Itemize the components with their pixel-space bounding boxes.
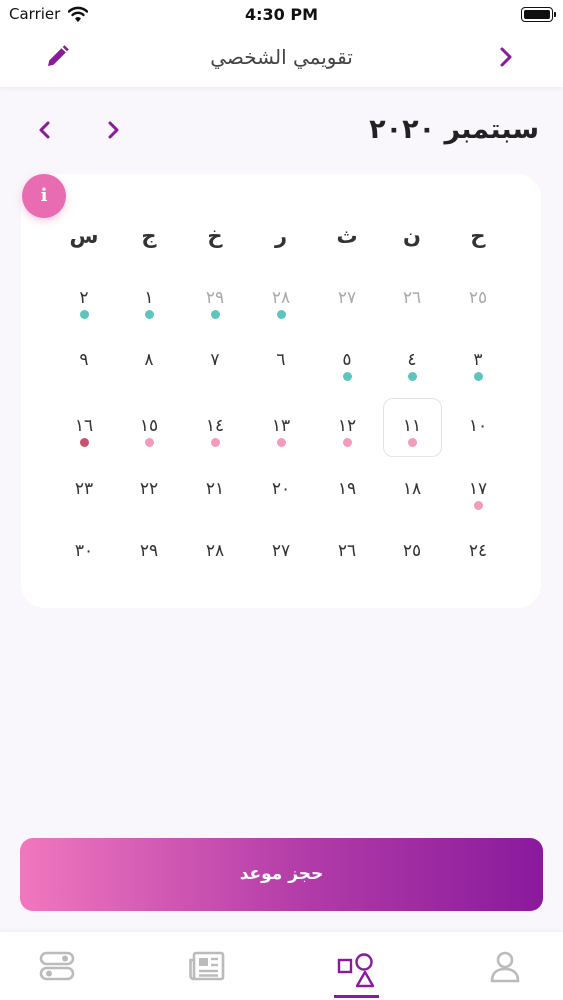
calendar-day[interactable]: ٢٦ bbox=[322, 541, 372, 561]
info-icon[interactable]: i bbox=[22, 174, 66, 218]
event-dot bbox=[473, 371, 483, 381]
calendar-day[interactable]: ٢٧ bbox=[256, 541, 306, 561]
calendar-day[interactable]: ١١ bbox=[387, 416, 437, 436]
event-dot bbox=[276, 437, 286, 447]
event-dot bbox=[342, 371, 352, 381]
calendar-day[interactable]: ٢٩ bbox=[124, 541, 174, 561]
weekday-header: ن bbox=[403, 224, 421, 248]
navigation-bar: تقويمي الشخصي bbox=[0, 30, 563, 87]
calendar-day[interactable]: ٥ bbox=[322, 350, 372, 370]
calendar-day[interactable]: ١ bbox=[124, 288, 174, 308]
calendar-day[interactable]: ٢٥ bbox=[453, 288, 503, 308]
calendar-day[interactable]: ٢٢ bbox=[124, 479, 174, 499]
weekday-header: ر bbox=[274, 224, 288, 248]
event-dot bbox=[407, 371, 417, 381]
event-dot bbox=[210, 437, 220, 447]
weekday-header: س bbox=[69, 224, 99, 248]
event-dot bbox=[342, 437, 352, 447]
calendar-day[interactable]: ٦ bbox=[256, 350, 306, 370]
user-icon[interactable] bbox=[489, 950, 521, 988]
calendar-day[interactable]: ١٢ bbox=[322, 416, 372, 436]
battery-icon bbox=[521, 7, 556, 22]
event-dot bbox=[210, 309, 220, 319]
event-dot bbox=[79, 309, 89, 319]
next-month-icon[interactable] bbox=[102, 118, 124, 146]
calendar-day[interactable]: ٢٤ bbox=[453, 541, 503, 561]
calendar-day[interactable]: ٢٣ bbox=[59, 479, 109, 499]
weekday-header: ح bbox=[470, 224, 486, 248]
weekday-header: ج bbox=[141, 224, 157, 248]
calendar-day[interactable]: ١٦ bbox=[59, 416, 109, 436]
status-bar: Carrier 4:30 PM bbox=[0, 0, 563, 30]
event-dot bbox=[144, 437, 154, 447]
event-dot bbox=[144, 309, 154, 319]
book-appointment-button[interactable]: حجز موعد bbox=[20, 838, 543, 911]
event-dot bbox=[79, 437, 89, 447]
calendar-day[interactable]: ٢٨ bbox=[256, 288, 306, 308]
calendar-day[interactable]: ٢٦ bbox=[387, 288, 437, 308]
page-title: تقويمي الشخصي bbox=[210, 45, 353, 69]
calendar-day[interactable]: ١٠ bbox=[453, 416, 503, 436]
calendar-day[interactable]: ١٧ bbox=[453, 479, 503, 499]
event-dot bbox=[407, 437, 417, 447]
calendar-day[interactable]: ٢٥ bbox=[387, 541, 437, 561]
calendar-day[interactable]: ٤ bbox=[387, 350, 437, 370]
calendar-day[interactable]: ١٣ bbox=[256, 416, 306, 436]
calendar-day[interactable]: ٢٨ bbox=[190, 541, 240, 561]
calendar-day[interactable]: ١٩ bbox=[322, 479, 372, 499]
calendar-day[interactable]: ٢٩ bbox=[190, 288, 240, 308]
event-dot bbox=[276, 309, 286, 319]
calendar-day[interactable]: ٢١ bbox=[190, 479, 240, 499]
toggles-icon[interactable] bbox=[39, 950, 75, 986]
calendar-day[interactable]: ٢ bbox=[59, 288, 109, 308]
active-tab-indicator bbox=[334, 995, 379, 998]
event-dot bbox=[473, 500, 483, 510]
tab-bar bbox=[0, 932, 563, 1000]
weekday-header: خ bbox=[207, 224, 223, 248]
clock: 4:30 PM bbox=[244, 5, 318, 24]
previous-month-icon[interactable] bbox=[34, 118, 56, 146]
chevron-right-icon[interactable] bbox=[494, 45, 518, 73]
calendar-day[interactable]: ٢٠ bbox=[256, 479, 306, 499]
newspaper-icon[interactable] bbox=[188, 950, 226, 986]
calendar-day[interactable]: ٩ bbox=[59, 350, 109, 370]
shapes-icon[interactable] bbox=[337, 952, 377, 992]
calendar-day[interactable]: ١٥ bbox=[124, 416, 174, 436]
weekday-header: ث bbox=[336, 224, 358, 248]
calendar-day[interactable]: ٧ bbox=[190, 350, 240, 370]
calendar-day[interactable]: ٢٧ bbox=[322, 288, 372, 308]
calendar-day[interactable]: ٣ bbox=[453, 350, 503, 370]
calendar-day[interactable]: ١٤ bbox=[190, 416, 240, 436]
month-label: سبتمبر ٢٠٢٠ bbox=[369, 114, 539, 145]
calendar-day[interactable]: ٨ bbox=[124, 350, 174, 370]
calendar-day[interactable]: ١٨ bbox=[387, 479, 437, 499]
calendar-day[interactable]: ٣٠ bbox=[59, 541, 109, 561]
